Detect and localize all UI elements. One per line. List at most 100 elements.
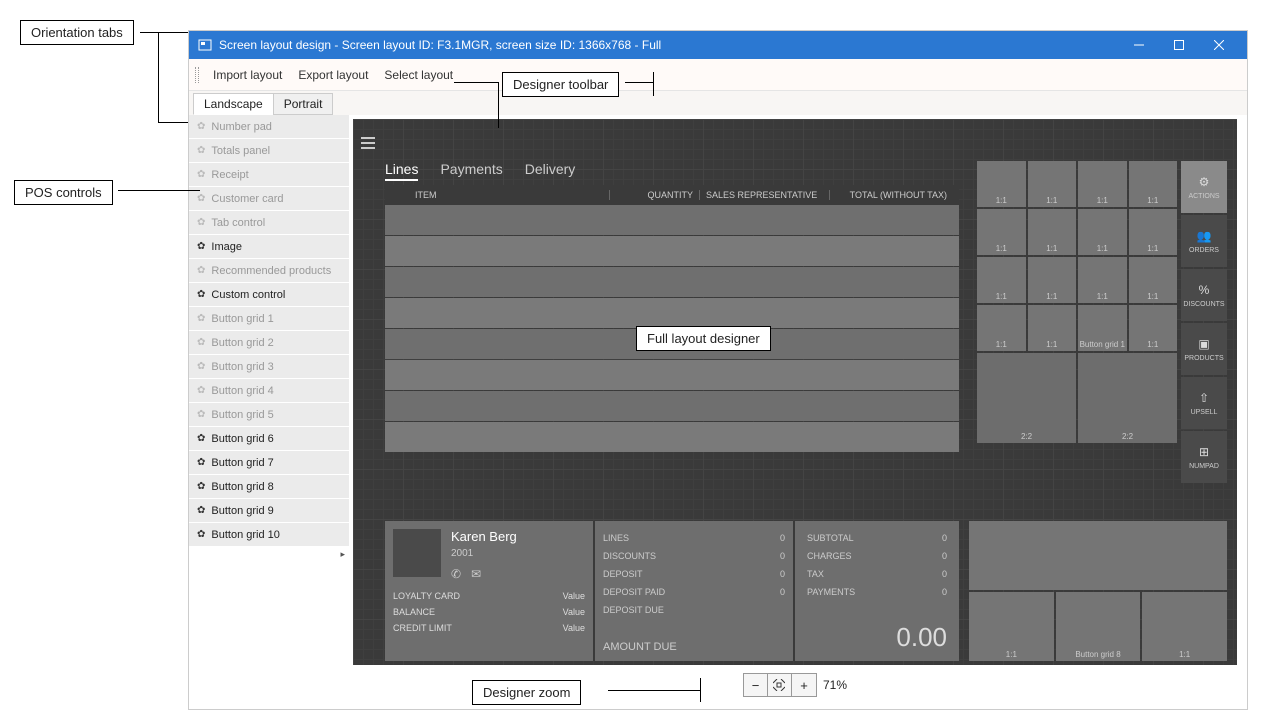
receipt-row[interactable]: [385, 391, 959, 421]
tab-lines[interactable]: Lines: [385, 161, 418, 177]
control-label: Button grid 1: [211, 313, 273, 325]
gear-icon: ✿: [197, 121, 205, 132]
side-btn-numpad[interactable]: ⊞NUMPAD: [1181, 431, 1227, 483]
titlebar: Screen layout design - Screen layout ID:…: [189, 31, 1247, 59]
callout-full-layout-designer: Full layout designer: [636, 326, 771, 351]
grid-cell[interactable]: 1:1: [1078, 257, 1127, 303]
receipt-row[interactable]: [385, 298, 959, 328]
expand-arrow-icon[interactable]: ▸: [336, 547, 349, 562]
grid-cell[interactable]: 1:1: [1142, 592, 1227, 661]
grid-cell[interactable]: 1:1: [977, 257, 1026, 303]
grid-cell[interactable]: 1:1: [1129, 209, 1178, 255]
side-action-panel: ⚙ACTIONS 👥ORDERS %DISCOUNTS ▣PRODUCTS ⇧U…: [1181, 161, 1227, 483]
zoom-out-button[interactable]: −: [744, 674, 768, 696]
control-item[interactable]: ✿Button grid 2: [189, 331, 349, 355]
zoom-in-button[interactable]: +: [792, 674, 816, 696]
customer-card-panel[interactable]: Karen Berg 2001 ✆ ✉ LOYALTY CARDValue BA…: [385, 521, 959, 661]
email-icon[interactable]: ✉: [471, 567, 481, 581]
phone-icon[interactable]: ✆: [451, 567, 461, 581]
receipt-row[interactable]: [385, 236, 959, 266]
control-item[interactable]: ✿Button grid 10: [189, 523, 349, 547]
grid-cell[interactable]: 1:1: [1078, 161, 1127, 207]
control-item[interactable]: ✿Button grid 8: [189, 475, 349, 499]
products-icon: ▣: [1196, 336, 1212, 352]
import-layout-button[interactable]: Import layout: [205, 64, 290, 86]
grid-cell[interactable]: [969, 521, 1227, 590]
control-item[interactable]: ✿Button grid 6: [189, 427, 349, 451]
control-label: Recommended products: [211, 265, 331, 277]
close-button[interactable]: [1199, 31, 1239, 59]
receipt-row[interactable]: [385, 422, 959, 452]
receipt-row[interactable]: [385, 205, 959, 235]
side-btn-discounts[interactable]: %DISCOUNTS: [1181, 269, 1227, 321]
grid-cell[interactable]: Button grid 8: [1056, 592, 1141, 661]
select-layout-button[interactable]: Select layout: [376, 64, 461, 86]
grid-cell[interactable]: 1:1: [977, 209, 1026, 255]
designer-toolbar: Import layout Export layout Select layou…: [189, 59, 1247, 91]
gear-icon: ✿: [197, 457, 205, 468]
gear-icon: ✿: [197, 481, 205, 492]
control-item[interactable]: ✿Button grid 9: [189, 499, 349, 523]
gear-icon: ✿: [197, 433, 205, 444]
gear-icon: ✿: [197, 265, 205, 276]
control-item[interactable]: ✿Button grid 3: [189, 355, 349, 379]
zoom-fit-button[interactable]: [768, 674, 792, 696]
control-item[interactable]: ✿Tab control: [189, 211, 349, 235]
tab-delivery[interactable]: Delivery: [525, 161, 576, 177]
control-item[interactable]: ✿Button grid 1: [189, 307, 349, 331]
control-item[interactable]: ✿Button grid 5: [189, 403, 349, 427]
button-grid-1-area[interactable]: 1:11:11:11:1 1:11:11:11:1 1:11:11:11:1 1…: [977, 161, 1177, 517]
grid-cell[interactable]: 1:1: [1028, 305, 1077, 351]
tab-payments[interactable]: Payments: [440, 161, 502, 177]
grid-cell[interactable]: 1:1: [1129, 161, 1178, 207]
col-quantity: QUANTITY: [609, 190, 699, 200]
grid-cell[interactable]: 1:1: [969, 592, 1054, 661]
callout-designer-zoom: Designer zoom: [472, 680, 581, 705]
app-window: Screen layout design - Screen layout ID:…: [188, 30, 1248, 710]
tab-landscape[interactable]: Landscape: [193, 93, 274, 115]
grid-cell[interactable]: 1:1: [1078, 209, 1127, 255]
control-item[interactable]: ✿Receipt: [189, 163, 349, 187]
receipt-row[interactable]: [385, 267, 959, 297]
minimize-button[interactable]: [1119, 31, 1159, 59]
receipt-row[interactable]: [385, 360, 959, 390]
tab-portrait[interactable]: Portrait: [273, 93, 334, 115]
grid-cell[interactable]: 1:1: [977, 161, 1026, 207]
gear-icon: ✿: [197, 241, 205, 252]
pos-controls-panel: ✿Number pad✿Totals panel✿Receipt✿Custome…: [189, 115, 349, 709]
grid-cell[interactable]: 1:1: [1129, 257, 1178, 303]
grid-cell[interactable]: 1:1: [1129, 305, 1178, 351]
grid-cell[interactable]: 1:1: [1028, 257, 1077, 303]
control-item[interactable]: ✿Custom control: [189, 283, 349, 307]
control-item[interactable]: ✿Customer card: [189, 187, 349, 211]
col-item: ITEM: [385, 190, 609, 200]
side-btn-orders[interactable]: 👥ORDERS: [1181, 215, 1227, 267]
control-item[interactable]: ✿ Recommended products: [189, 259, 349, 283]
grid-cell[interactable]: 1:1: [1028, 209, 1077, 255]
export-layout-button[interactable]: Export layout: [290, 64, 376, 86]
side-btn-products[interactable]: ▣PRODUCTS: [1181, 323, 1227, 375]
control-item[interactable]: ✿Totals panel: [189, 139, 349, 163]
window-title: Screen layout design - Screen layout ID:…: [219, 38, 661, 52]
side-btn-actions[interactable]: ⚙ACTIONS: [1181, 161, 1227, 213]
designer-canvas[interactable]: Lines Payments Delivery ITEM QUANTITY SA…: [353, 119, 1237, 665]
grid-cell[interactable]: 2:2: [1078, 353, 1177, 443]
grid-cell[interactable]: 1:1: [1028, 161, 1077, 207]
customer-id: 2001: [451, 548, 517, 559]
grid-cell[interactable]: 2:2: [977, 353, 1076, 443]
customer-photo: [393, 529, 441, 577]
hamburger-icon[interactable]: [361, 137, 375, 149]
grid-cell[interactable]: Button grid 1: [1078, 305, 1127, 351]
side-btn-upsell[interactable]: ⇧UPSELL: [1181, 377, 1227, 429]
control-item[interactable]: ✿Number pad: [189, 115, 349, 139]
maximize-button[interactable]: [1159, 31, 1199, 59]
control-item[interactable]: ✿Image: [189, 235, 349, 259]
control-item[interactable]: ✿Button grid 4: [189, 379, 349, 403]
control-item[interactable]: ✿Button grid 7: [189, 451, 349, 475]
discounts-icon: %: [1196, 282, 1212, 298]
toolbar-grip[interactable]: [195, 67, 199, 83]
control-label: Custom control: [211, 289, 285, 301]
button-grid-8-area[interactable]: 1:1 Button grid 8 1:1: [969, 521, 1227, 661]
upsell-icon: ⇧: [1196, 390, 1212, 406]
grid-cell[interactable]: 1:1: [977, 305, 1026, 351]
